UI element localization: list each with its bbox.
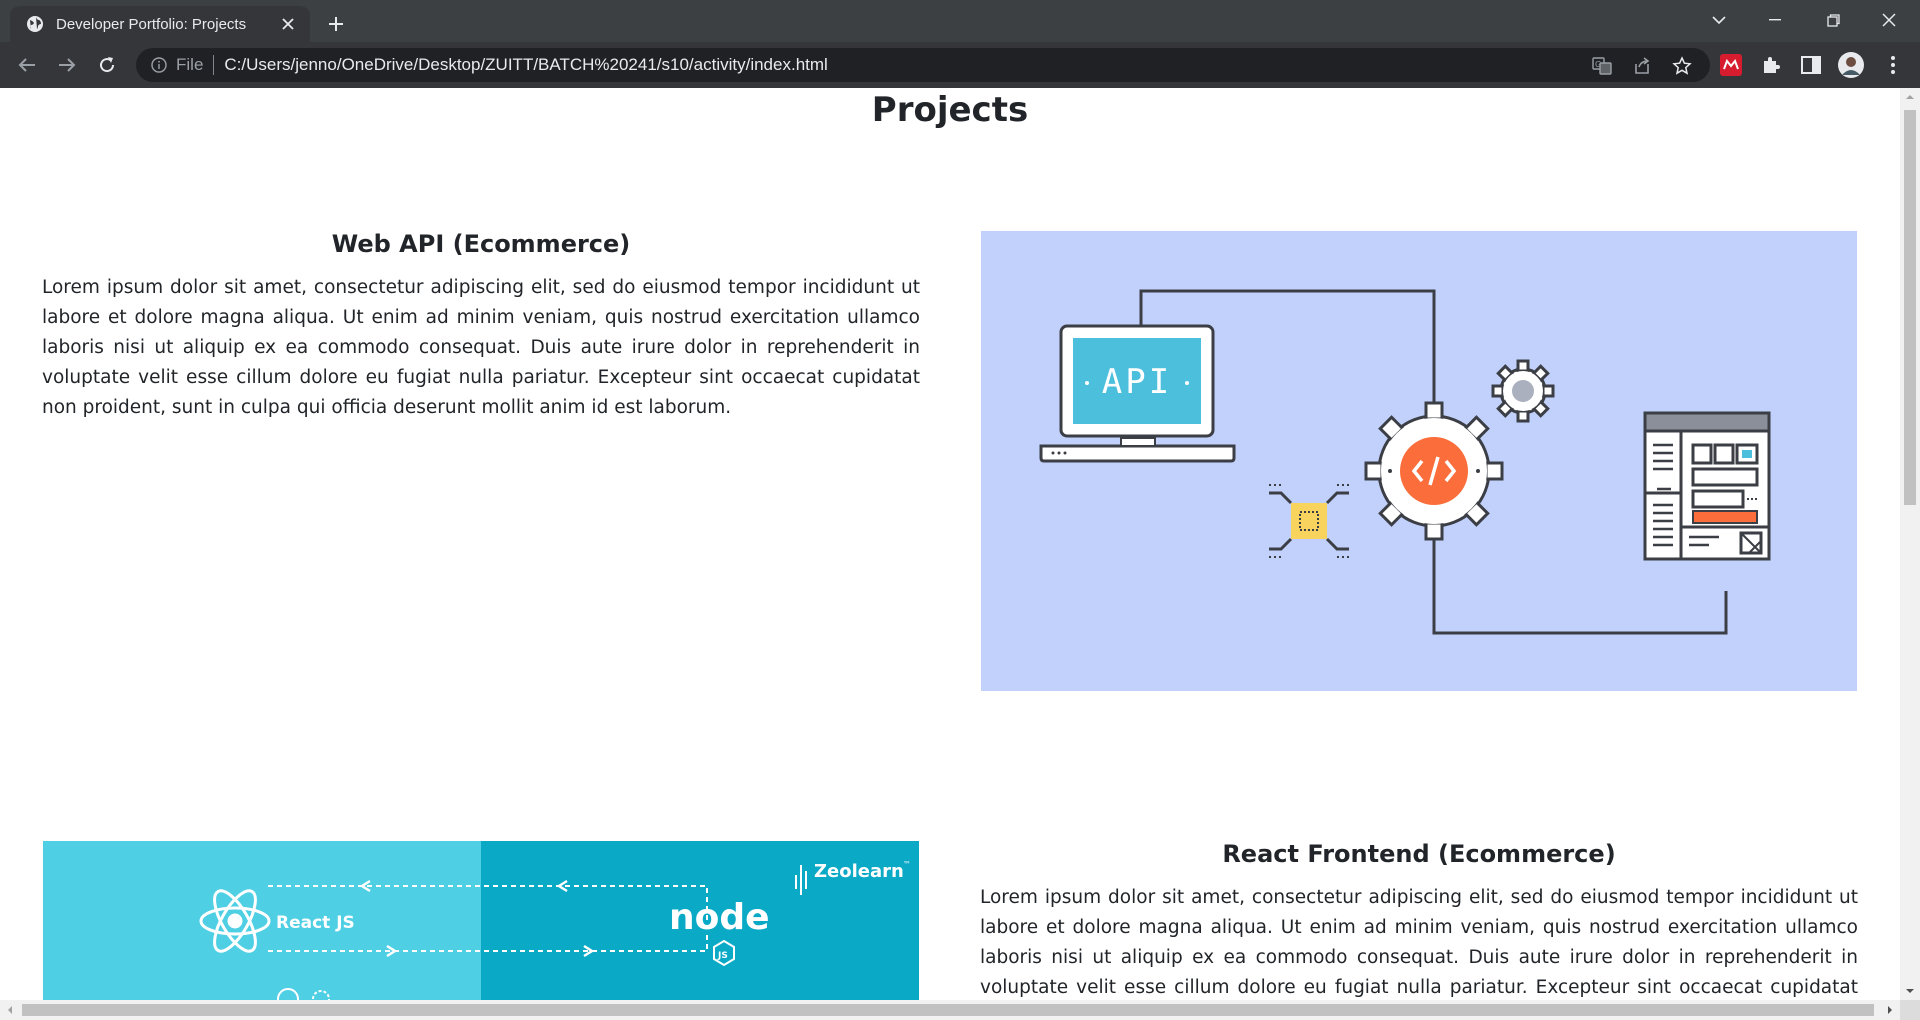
more-menu-icon[interactable] xyxy=(1880,52,1906,78)
vertical-scroll-thumb[interactable] xyxy=(1904,110,1916,505)
translate-icon[interactable]: G xyxy=(1591,55,1613,77)
back-button[interactable] xyxy=(12,50,42,80)
zeolearn-trademark: ™ xyxy=(903,860,911,869)
browser-toolbar: File C:/Users/jenno/OneDrive/Desktop/ZUI… xyxy=(0,42,1920,88)
project-description-react-frontend: Lorem ipsum dolor sit amet, consectetur … xyxy=(980,887,1858,998)
extensions-puzzle-icon[interactable] xyxy=(1758,52,1784,78)
scroll-down-arrow-icon[interactable] xyxy=(1905,986,1915,996)
api-screen-text: API xyxy=(1102,362,1172,402)
svg-text:G: G xyxy=(1595,60,1601,69)
plus-icon xyxy=(329,17,343,31)
new-tab-button[interactable] xyxy=(322,10,350,38)
reload-button[interactable] xyxy=(92,50,122,80)
omnibox-divider xyxy=(213,55,215,75)
horizontal-scroll-thumb[interactable] xyxy=(22,1004,1874,1016)
restore-button[interactable] xyxy=(1806,0,1860,40)
scroll-left-arrow-icon[interactable] xyxy=(5,1005,15,1015)
url-text[interactable]: C:/Users/jenno/OneDrive/Desktop/ZUITT/BA… xyxy=(224,55,827,75)
tab-strip: Developer Portfolio: Projects xyxy=(0,0,1920,42)
scrollbar-corner xyxy=(1900,1000,1920,1020)
arrow-left-icon xyxy=(18,58,35,72)
tab-title: Developer Portfolio: Projects xyxy=(56,15,247,33)
project-title-web-api: Web API (Ecommerce) xyxy=(331,230,631,258)
address-bar[interactable]: File C:/Users/jenno/OneDrive/Desktop/ZUI… xyxy=(136,48,1710,82)
tab-search-icon[interactable] xyxy=(1692,0,1746,40)
project-title-react-frontend: React Frontend (Ecommerce) xyxy=(1222,840,1616,868)
react-node-illustration: React JS node JS Zeolearn ™ xyxy=(43,841,919,1000)
close-window-button[interactable] xyxy=(1862,0,1916,40)
zeolearn-brand: Zeolearn xyxy=(814,861,904,882)
web-api-illustration: API xyxy=(981,231,1857,691)
tab-close-icon[interactable] xyxy=(276,12,300,36)
file-scheme-label: File xyxy=(176,55,204,74)
scroll-right-arrow-icon[interactable] xyxy=(1885,1005,1895,1015)
arrow-right-icon xyxy=(59,58,76,72)
share-icon[interactable] xyxy=(1631,55,1653,77)
forward-button[interactable] xyxy=(52,50,82,80)
profile-avatar[interactable] xyxy=(1838,52,1864,78)
page-viewport: Projects Web API (Ecommerce) Lorem ipsum… xyxy=(0,88,1900,1000)
browser-tab-active[interactable]: Developer Portfolio: Projects xyxy=(10,6,310,42)
horizontal-scrollbar[interactable] xyxy=(0,1000,1900,1020)
minimize-button[interactable] xyxy=(1748,0,1802,40)
scroll-up-arrow-icon[interactable] xyxy=(1905,92,1915,102)
project-description-web-api: Lorem ipsum dolor sit amet, consectetur … xyxy=(42,277,920,418)
node-js-badge: JS xyxy=(717,951,728,961)
page-title: Projects xyxy=(871,90,1029,130)
info-icon[interactable] xyxy=(150,56,168,74)
react-js-label: React JS xyxy=(276,913,355,933)
react-node-graphic: React JS node JS Zeolearn ™ xyxy=(43,841,919,1000)
reload-icon xyxy=(100,57,115,73)
extension-mendeley-icon[interactable] xyxy=(1718,52,1744,78)
bookmark-star-icon[interactable] xyxy=(1671,55,1693,77)
api-diagram-graphic: API xyxy=(1039,289,1771,635)
vertical-scrollbar[interactable] xyxy=(1900,88,1920,1000)
globe-icon xyxy=(27,16,43,32)
side-panel-icon[interactable] xyxy=(1798,52,1824,78)
node-logo-text: node xyxy=(669,897,770,938)
